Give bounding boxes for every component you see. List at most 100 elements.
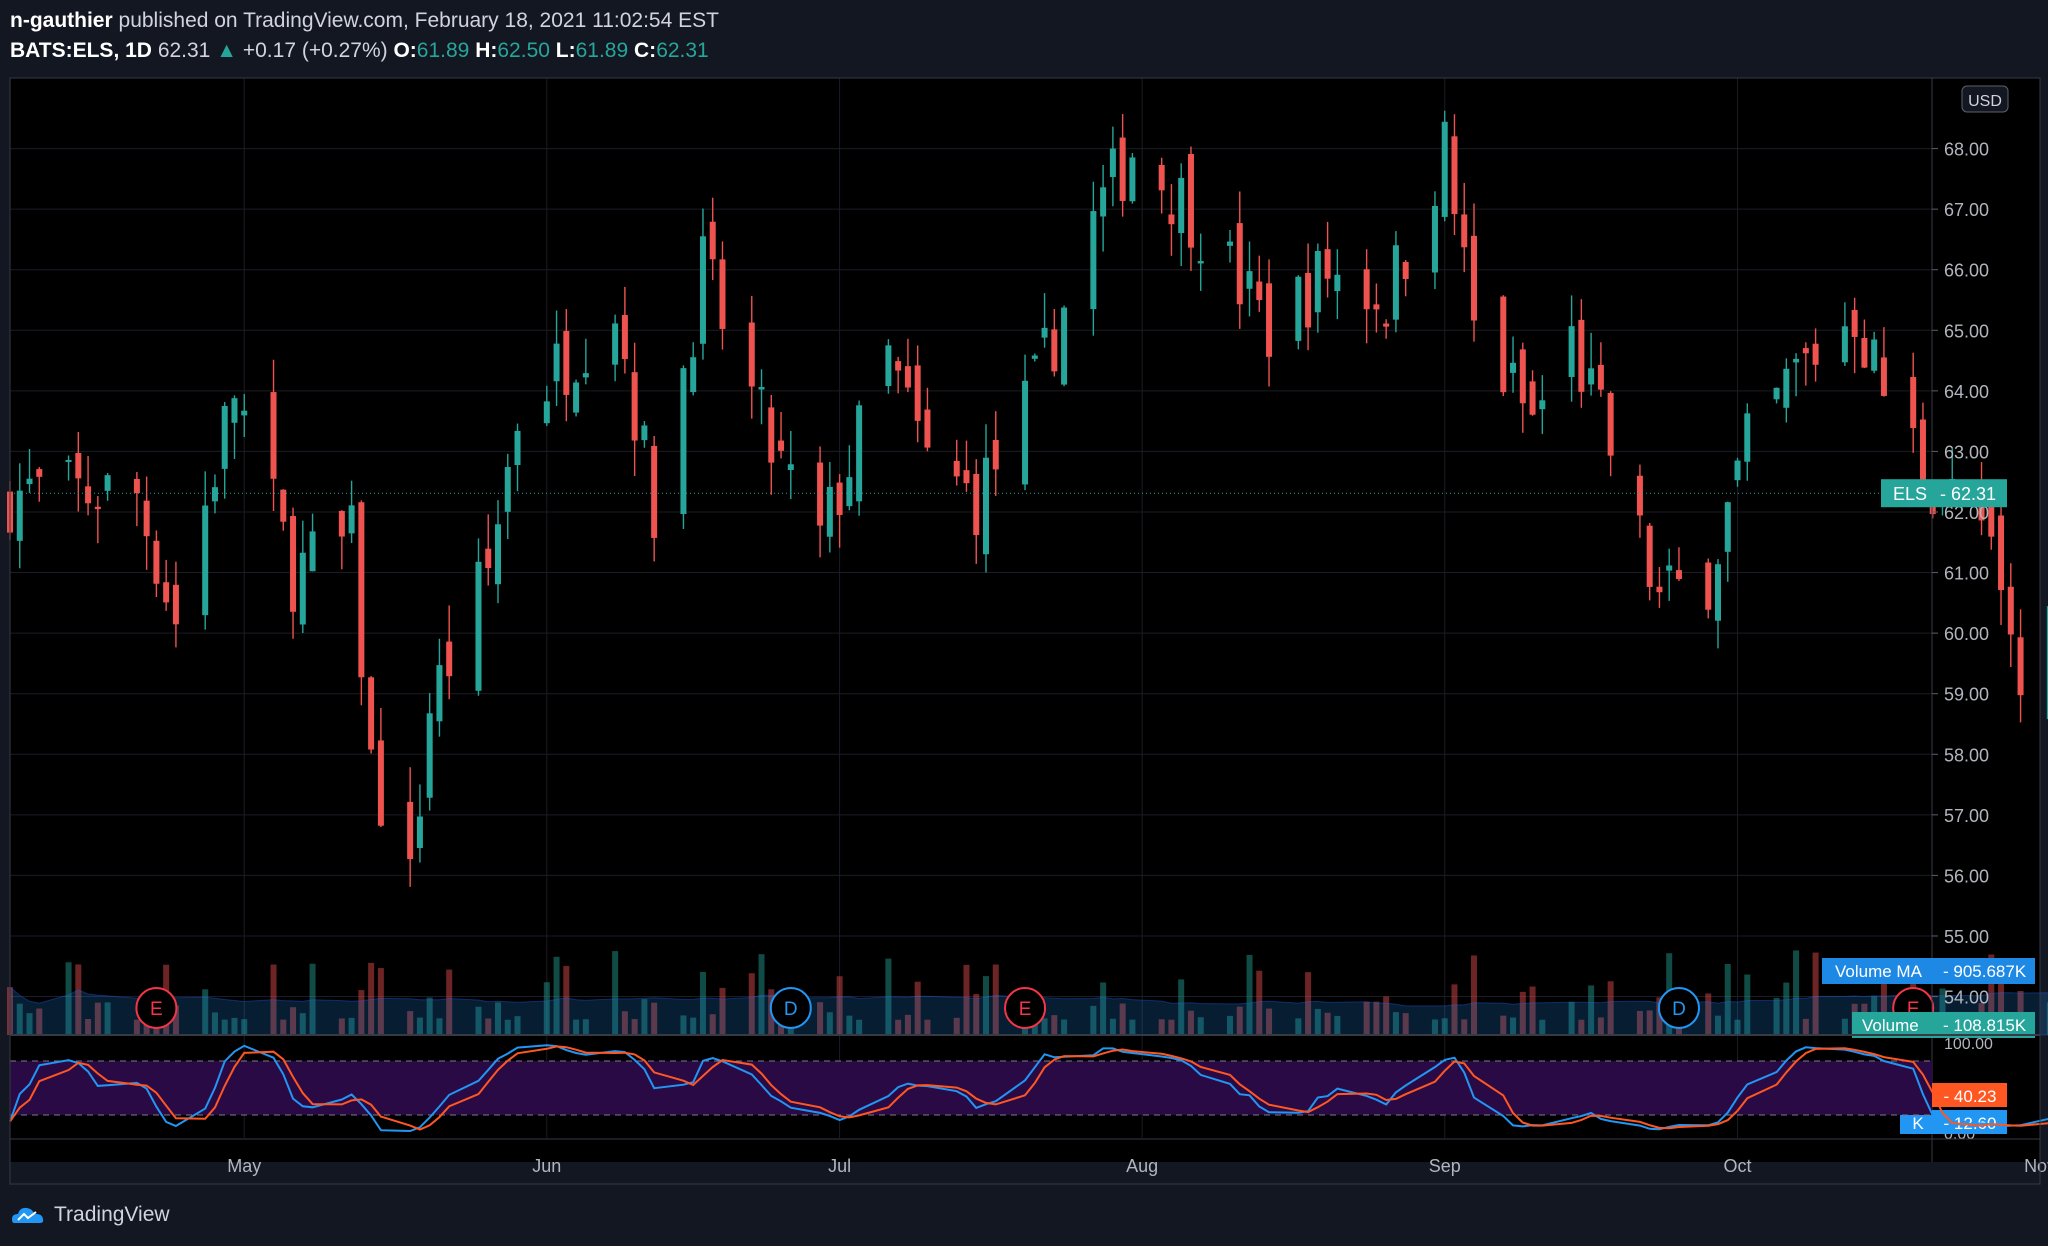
volume-ma-tag-value: - 905.687K (1943, 962, 2027, 981)
candle-body (1500, 296, 1507, 393)
candle-body (895, 361, 902, 371)
candle-body (914, 365, 921, 421)
candle-body (1998, 515, 2005, 591)
candle (1705, 558, 1712, 619)
candle-body (856, 405, 863, 502)
candle-body (1666, 565, 1673, 571)
candle-body (65, 459, 72, 462)
candle-body (1529, 381, 1536, 415)
price-tick-label: 65.00 (1944, 321, 1989, 341)
candle-body (1793, 358, 1800, 363)
candle-body (543, 401, 550, 424)
candle-body (1539, 400, 1546, 410)
candle-body (514, 430, 521, 466)
candle-body (1880, 357, 1887, 396)
candle-body (1568, 326, 1575, 377)
candle-body (1314, 251, 1321, 313)
candle (1500, 295, 1507, 396)
candle-body (1773, 387, 1780, 400)
event-label: E (1019, 999, 1032, 1020)
earnings-marker[interactable]: E (1004, 987, 1047, 1029)
candle-body (1636, 475, 1643, 516)
candle-body (651, 445, 658, 538)
price-tick-label: 54.00 (1944, 988, 1989, 1008)
candle-body (612, 323, 619, 365)
candle-body (309, 531, 316, 572)
candle-body (153, 540, 160, 584)
price-tick-label: 66.00 (1944, 261, 1989, 281)
candle (573, 379, 580, 417)
candle-body (553, 343, 560, 382)
candle-body (426, 713, 433, 798)
candle-body (133, 478, 140, 494)
candle-body (1744, 413, 1751, 462)
candle-body (1246, 271, 1253, 289)
tradingview-brand[interactable]: TradingView (54, 1203, 170, 1227)
candle-body (1607, 392, 1614, 456)
candle-body (1871, 339, 1878, 371)
candle-body (231, 398, 238, 423)
candle-body (904, 366, 911, 388)
dividend-marker[interactable]: D (1657, 987, 1700, 1029)
candle-body (1988, 503, 1995, 537)
candle-body (485, 548, 492, 569)
candle-body (641, 425, 648, 441)
candle-body (1090, 211, 1097, 310)
dividend-marker[interactable]: D (769, 987, 812, 1029)
candle-body (1363, 269, 1370, 310)
time-tick-label: Oct (1724, 1156, 1752, 1176)
candle-body (768, 407, 775, 463)
candle-body (748, 322, 755, 387)
candle-body (846, 477, 853, 507)
candle-body (817, 462, 824, 526)
candle-body (1578, 319, 1585, 392)
candle-body (1519, 349, 1526, 404)
stochastic-level-label: 100.00 (1944, 1036, 1993, 1053)
candle-body (1236, 223, 1243, 305)
candle-body (211, 487, 218, 502)
candle-body (1734, 460, 1741, 481)
candle-body (1178, 177, 1185, 234)
price-tick-label: 57.00 (1944, 806, 1989, 826)
candle-body (368, 677, 375, 750)
price-chart[interactable]: EDEDEDEE54.0055.0056.0057.0058.0059.0060… (0, 0, 2048, 1246)
candle-body (1715, 564, 1721, 621)
price-tag-symbol: ELS (1893, 484, 1927, 504)
currency-badge[interactable]: USD (1961, 85, 2009, 113)
candle-body (680, 368, 687, 515)
price-tick-label: 61.00 (1944, 564, 1989, 584)
time-tick-label: May (227, 1156, 261, 1176)
stochastic-band (10, 1061, 1932, 1115)
candle-body (1100, 187, 1107, 217)
event-label: D (784, 999, 798, 1020)
stochastic-k-tag-label: K (1912, 1114, 1924, 1133)
candle-body (1841, 326, 1848, 363)
candle-body (377, 740, 384, 826)
footer: TradingView (10, 1198, 170, 1232)
candle-body (241, 410, 248, 416)
candle-body (1051, 329, 1058, 372)
earnings-marker[interactable]: E (135, 987, 178, 1029)
candle-body (1588, 368, 1595, 385)
candle-body (1334, 274, 1341, 292)
candle (680, 365, 687, 530)
candle-body (758, 387, 765, 390)
time-tick-label: Jul (828, 1156, 851, 1176)
candle-body (270, 392, 277, 479)
candle-body (699, 236, 706, 344)
price-tick-label: 58.00 (1944, 745, 1989, 765)
candle-body (1022, 380, 1029, 485)
price-tick-label: 55.00 (1944, 927, 1989, 947)
candle-body (1919, 419, 1926, 482)
price-tick-label: 56.00 (1944, 866, 1989, 886)
candle-body (2007, 586, 2014, 635)
candle-body (953, 460, 960, 477)
volume-ma-tag-label: Volume MA (1835, 962, 1923, 981)
candle-body (778, 440, 785, 451)
candle-body (1305, 272, 1312, 328)
candle (358, 500, 365, 706)
candle-body (163, 582, 170, 603)
candle-body (358, 502, 365, 678)
candle-body (1461, 214, 1468, 248)
candle-body (690, 357, 697, 393)
